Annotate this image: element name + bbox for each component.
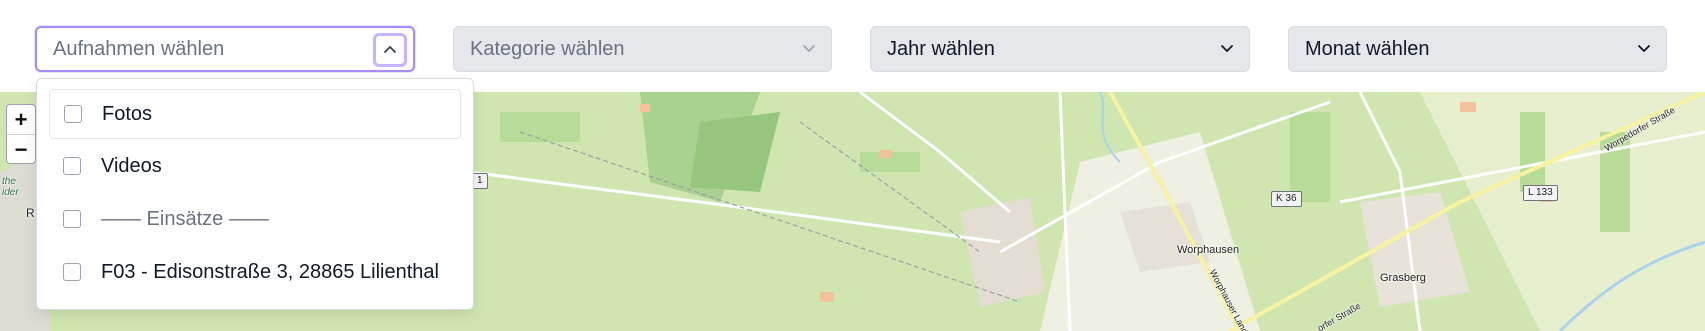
chevron-down-icon xyxy=(1219,40,1235,56)
year-select-placeholder: Jahr wählen xyxy=(887,37,995,60)
category-select[interactable]: Kategorie wählen xyxy=(453,26,832,72)
checkbox[interactable] xyxy=(64,105,82,123)
year-select[interactable]: Jahr wählen xyxy=(870,26,1250,72)
place-label-grasberg: Grasberg xyxy=(1380,272,1426,284)
map-edge-label-r: R xyxy=(26,206,35,220)
road-badge-k36: K 36 xyxy=(1271,191,1302,207)
map-edge-label-2: ider xyxy=(2,187,19,198)
road-badge-1: 1 xyxy=(472,173,488,189)
recordings-select[interactable]: Aufnahmen wählen xyxy=(35,26,415,72)
zoom-control: + − xyxy=(6,104,36,164)
road-badge-l133: L 133 xyxy=(1523,185,1558,201)
place-label-worphausen: Worphausen xyxy=(1177,244,1240,256)
recordings-dropdown-menu: Fotos Videos —— Einsätze —— F03 - Edison… xyxy=(36,78,474,310)
chevron-down-icon xyxy=(1636,40,1652,56)
month-select[interactable]: Monat wählen xyxy=(1288,26,1667,72)
checkbox[interactable] xyxy=(63,263,81,281)
chevron-up-icon xyxy=(384,46,396,53)
option-videos[interactable]: Videos xyxy=(49,141,461,191)
option-f03[interactable]: F03 - Edisonstraße 3, 28865 Lilienthal xyxy=(49,247,461,297)
option-einsaetze-group[interactable]: —— Einsätze —— xyxy=(49,194,461,244)
recordings-toggle-button[interactable] xyxy=(373,33,407,67)
option-label: —— Einsätze —— xyxy=(101,207,269,230)
map-edge-label-1: the xyxy=(2,176,16,187)
category-select-placeholder: Kategorie wählen xyxy=(470,37,625,60)
month-select-placeholder: Monat wählen xyxy=(1305,37,1430,60)
checkbox[interactable] xyxy=(63,157,81,175)
option-label: Fotos xyxy=(102,102,153,125)
zoom-in-button[interactable]: + xyxy=(7,105,35,135)
chevron-down-icon xyxy=(801,40,817,56)
recordings-select-placeholder: Aufnahmen wählen xyxy=(53,37,225,60)
option-label: F03 - Edisonstraße 3, 28865 Lilienthal xyxy=(101,260,439,283)
option-fotos[interactable]: Fotos xyxy=(49,89,461,139)
zoom-out-button[interactable]: − xyxy=(7,135,35,164)
checkbox[interactable] xyxy=(63,210,81,228)
option-label: Videos xyxy=(101,154,162,177)
